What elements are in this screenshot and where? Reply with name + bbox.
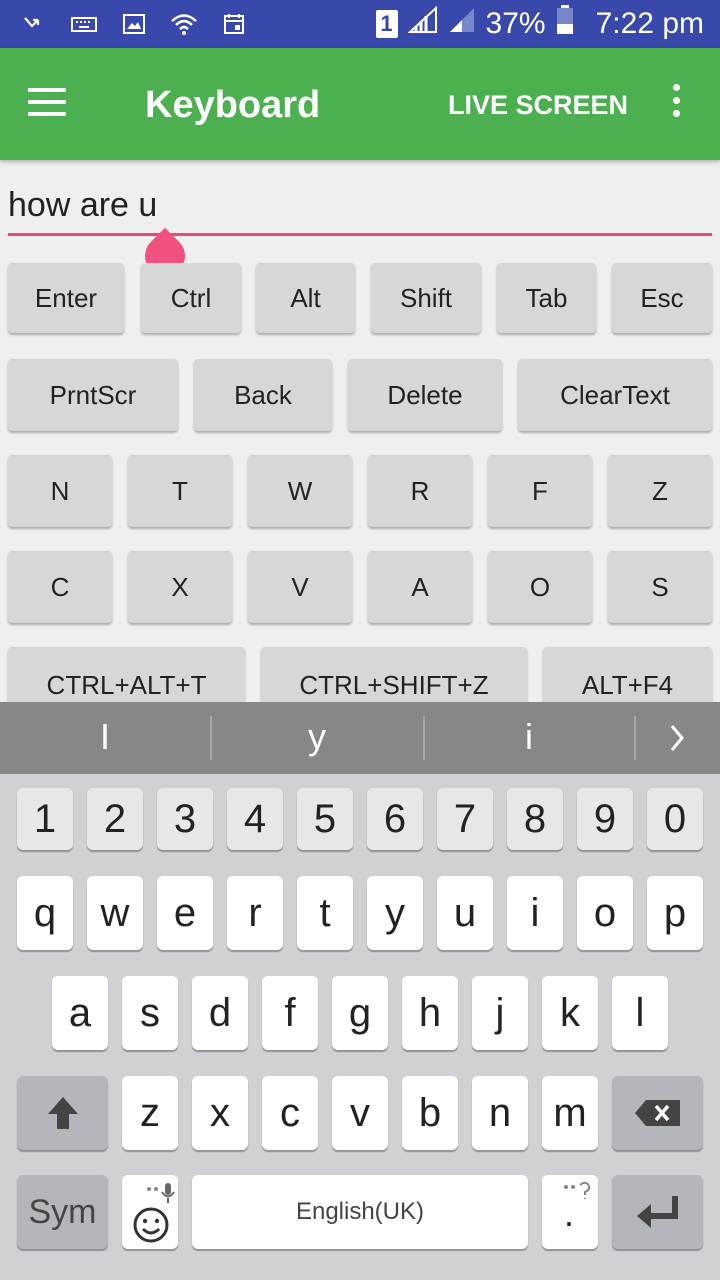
key-c-button[interactable]: C xyxy=(8,551,112,623)
suggestion-divider xyxy=(634,716,636,760)
prntscr-button[interactable]: PrntScr xyxy=(8,359,178,431)
app-bar: Keyboard LIVE SCREEN xyxy=(0,48,720,160)
key-k[interactable]: k xyxy=(542,976,598,1050)
key-6[interactable]: 6 xyxy=(367,788,423,850)
key-0[interactable]: 0 xyxy=(647,788,703,850)
key-o-button[interactable]: O xyxy=(488,551,592,623)
key-7[interactable]: 7 xyxy=(437,788,493,850)
key-h[interactable]: h xyxy=(402,976,458,1050)
key-n[interactable]: n xyxy=(472,1076,528,1150)
missed-call-icon xyxy=(20,10,48,38)
backspace-icon xyxy=(634,1100,680,1126)
key-9[interactable]: 9 xyxy=(577,788,633,850)
key-8[interactable]: 8 xyxy=(507,788,563,850)
key-a-button[interactable]: A xyxy=(368,551,472,623)
calendar-icon xyxy=(220,10,248,38)
key-1[interactable]: 1 xyxy=(17,788,73,850)
cleartext-button[interactable]: ClearText xyxy=(518,359,712,431)
key-c[interactable]: c xyxy=(262,1076,318,1150)
key-l[interactable]: l xyxy=(612,976,668,1050)
key-m[interactable]: m xyxy=(542,1076,598,1150)
key-f-button[interactable]: F xyxy=(488,455,592,527)
key-e[interactable]: e xyxy=(157,876,213,950)
key-v-button[interactable]: V xyxy=(248,551,352,623)
esc-button[interactable]: Esc xyxy=(612,263,712,333)
shift-key[interactable] xyxy=(17,1076,108,1150)
emoji-icon xyxy=(133,1183,175,1243)
sym-key[interactable]: Sym xyxy=(17,1175,108,1249)
key-q[interactable]: q xyxy=(17,876,73,950)
key-x-button[interactable]: X xyxy=(128,551,232,623)
key-s[interactable]: s xyxy=(122,976,178,1050)
ctrl-button[interactable]: Ctrl xyxy=(141,263,241,333)
key-r[interactable]: r xyxy=(227,876,283,950)
key-2[interactable]: 2 xyxy=(87,788,143,850)
key-j[interactable]: j xyxy=(472,976,528,1050)
battery-percent: 37% xyxy=(485,7,546,40)
suggestion-item[interactable]: i xyxy=(429,716,629,758)
suggestion-item[interactable]: I xyxy=(5,716,205,758)
key-3[interactable]: 3 xyxy=(157,788,213,850)
space-key[interactable]: English(UK) xyxy=(192,1175,528,1249)
backspace-key[interactable] xyxy=(612,1076,703,1150)
keyboard-icon xyxy=(70,10,98,38)
key-x[interactable]: x xyxy=(192,1076,248,1150)
key-b[interactable]: b xyxy=(402,1076,458,1150)
text-input-underline xyxy=(8,233,712,236)
back-button[interactable]: Back xyxy=(194,359,332,431)
key-y[interactable]: y xyxy=(367,876,423,950)
key-4[interactable]: 4 xyxy=(227,788,283,850)
shift-button[interactable]: Shift xyxy=(371,263,481,333)
key-i[interactable]: i xyxy=(507,876,563,950)
key-w-button[interactable]: W xyxy=(248,455,352,527)
suggestion-item[interactable]: y xyxy=(217,716,417,758)
key-o[interactable]: o xyxy=(577,876,633,950)
wifi-icon xyxy=(170,10,198,38)
key-u[interactable]: u xyxy=(437,876,493,950)
key-5[interactable]: 5 xyxy=(297,788,353,850)
key-t-button[interactable]: T xyxy=(128,455,232,527)
shift-arrow-icon xyxy=(47,1097,78,1129)
key-t[interactable]: t xyxy=(297,876,353,950)
enter-button[interactable]: Enter xyxy=(8,263,124,333)
key-w[interactable]: w xyxy=(87,876,143,950)
battery-icon xyxy=(556,5,574,43)
text-input-value: how are u xyxy=(8,186,158,224)
key-n-button[interactable]: N xyxy=(8,455,112,527)
signal-icon xyxy=(406,5,438,42)
enter-key[interactable] xyxy=(612,1175,703,1249)
tab-button[interactable]: Tab xyxy=(497,263,596,333)
signal-icon-2 xyxy=(448,6,476,42)
chevron-right-icon[interactable] xyxy=(668,720,688,756)
clock: 7:22 pm xyxy=(595,7,704,40)
more-options-icon[interactable] xyxy=(664,84,688,124)
enter-icon xyxy=(636,1196,678,1228)
delete-button[interactable]: Delete xyxy=(348,359,502,431)
key-z[interactable]: z xyxy=(122,1076,178,1150)
sim-icon: 1 xyxy=(375,10,398,38)
key-p[interactable]: p xyxy=(647,876,703,950)
alt-button[interactable]: Alt xyxy=(256,263,355,333)
text-input[interactable]: how are u xyxy=(8,178,712,236)
key-d[interactable]: d xyxy=(192,976,248,1050)
suggestion-bar: I y i xyxy=(0,702,720,774)
status-bar: 1 37% 7:22 pm xyxy=(0,0,720,48)
key-s-button[interactable]: S xyxy=(608,551,712,623)
key-a[interactable]: a xyxy=(52,976,108,1050)
key-v[interactable]: v xyxy=(332,1076,388,1150)
page-title: Keyboard xyxy=(145,84,321,126)
image-icon xyxy=(120,10,148,38)
emoji-key[interactable] xyxy=(122,1175,178,1249)
soft-keyboard: I y i 1 2 3 4 5 6 7 8 9 0 q w e r t y u … xyxy=(0,702,720,1280)
key-f[interactable]: f xyxy=(262,976,318,1050)
key-z-button[interactable]: Z xyxy=(608,455,712,527)
suggestion-divider xyxy=(423,716,425,760)
period-key[interactable]: . xyxy=(542,1175,598,1249)
menu-icon[interactable] xyxy=(28,88,68,120)
key-g[interactable]: g xyxy=(332,976,388,1050)
suggestion-divider xyxy=(210,716,212,760)
punctuation-hint-icon xyxy=(564,1181,591,1199)
key-r-button[interactable]: R xyxy=(368,455,472,527)
live-screen-button[interactable]: LIVE SCREEN xyxy=(448,90,628,121)
